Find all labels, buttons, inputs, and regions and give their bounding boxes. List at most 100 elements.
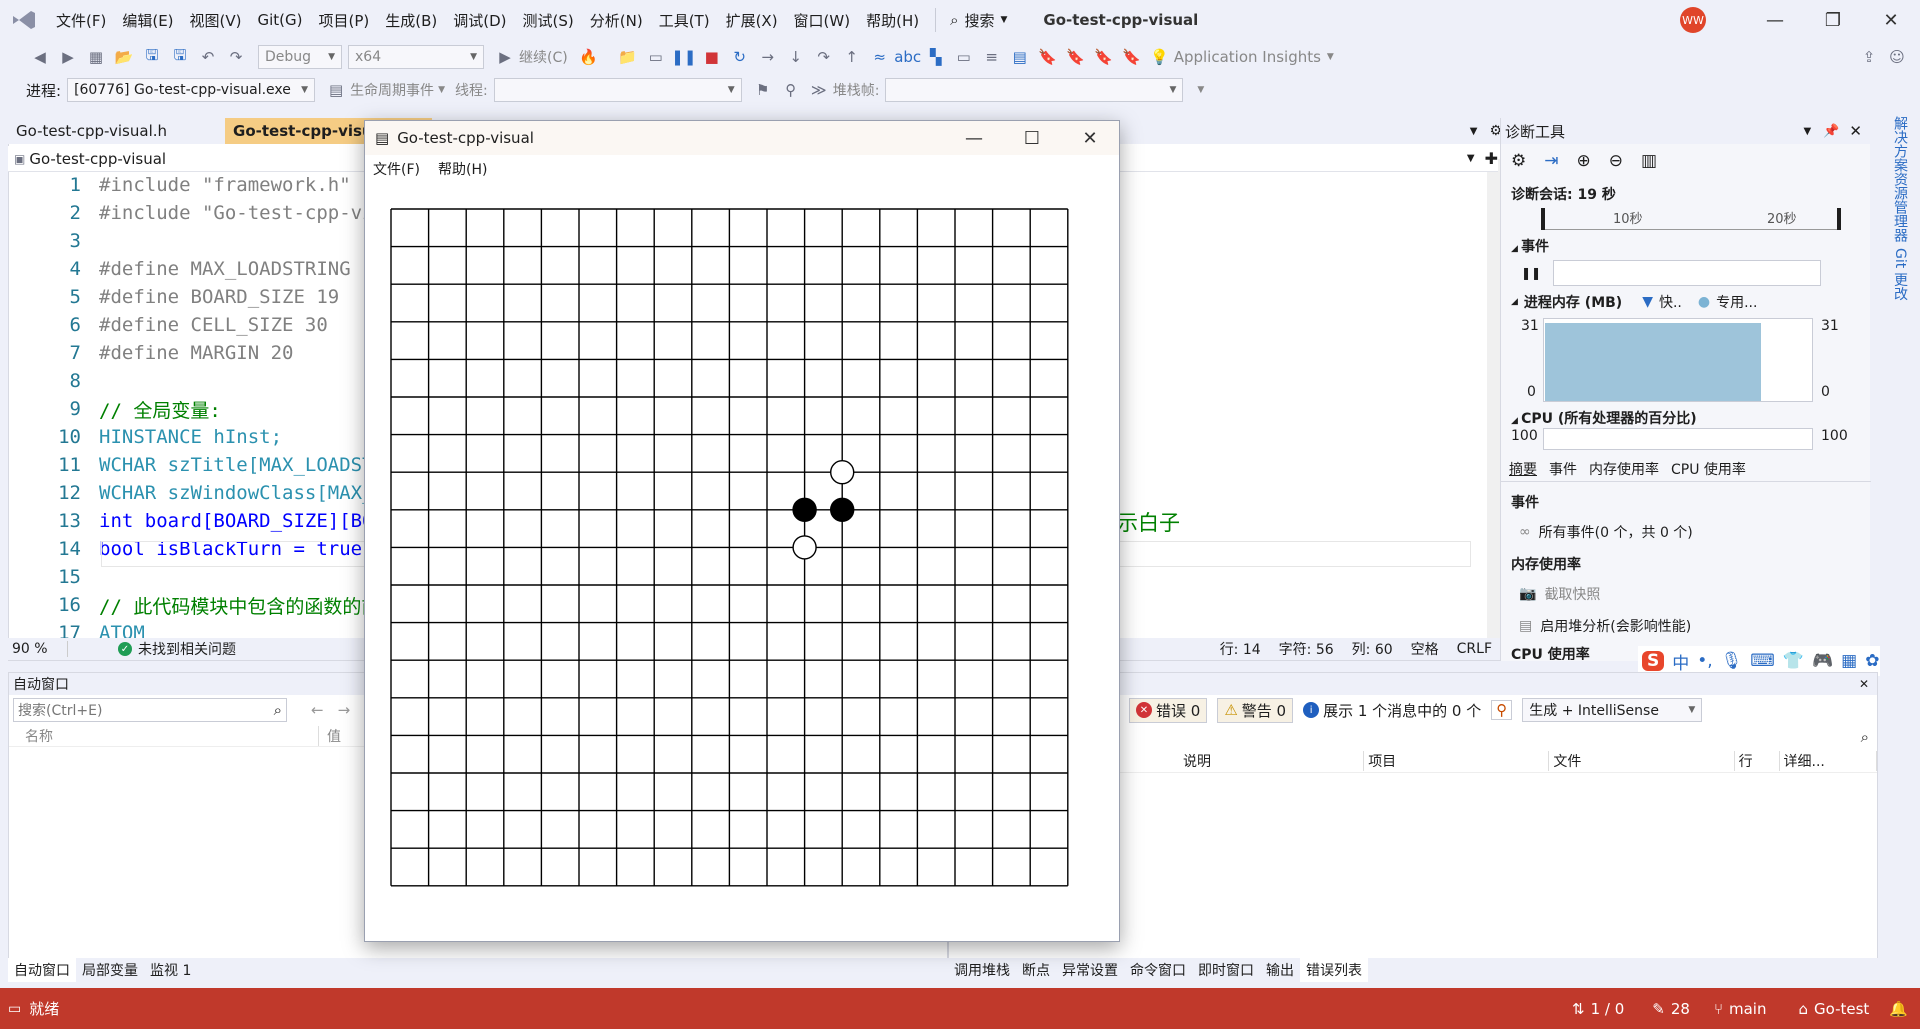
panel-tab[interactable]: 监视 1 bbox=[144, 958, 197, 982]
open-icon[interactable]: 📂 bbox=[113, 46, 135, 68]
show-next-icon[interactable]: → bbox=[757, 46, 779, 68]
mic-icon[interactable]: 🎙 bbox=[1721, 651, 1743, 671]
hot-reload-icon[interactable]: 🔥 bbox=[578, 46, 600, 68]
stop-icon[interactable]: ■ bbox=[701, 46, 723, 68]
process-select[interactable]: [60776] Go-test-cpp-visual.exe ▼ bbox=[67, 78, 316, 102]
whitespace[interactable]: 空格 bbox=[1411, 639, 1439, 659]
step-out-icon[interactable]: ↑ bbox=[841, 46, 863, 68]
black-stone[interactable] bbox=[792, 497, 817, 522]
error-column-header[interactable]: 详细... bbox=[1780, 750, 1878, 771]
minimize-icon[interactable]: — bbox=[1746, 0, 1804, 40]
menu-item[interactable]: 编辑(E) bbox=[114, 0, 181, 40]
code-line[interactable]: 3 bbox=[9, 227, 99, 255]
solution-explorer-tab[interactable]: 解决方案资源管理器 bbox=[1890, 116, 1910, 242]
all-events-row[interactable]: ∞ 所有事件(0 个，共 0 个) bbox=[1519, 522, 1693, 542]
back-icon[interactable]: ← bbox=[311, 701, 324, 719]
cursor-col[interactable]: 列: 60 bbox=[1352, 639, 1393, 659]
menu-file[interactable]: 文件(F) bbox=[373, 159, 420, 179]
chart-icon[interactable]: ▥ bbox=[1641, 151, 1657, 171]
attach-icon[interactable]: 📁 bbox=[617, 46, 639, 68]
branch[interactable]: main bbox=[1729, 1000, 1766, 1018]
code-line[interactable]: 1 #include "framework.h" bbox=[9, 171, 351, 199]
heap-profiling-button[interactable]: ▤ 启用堆分析(会影响性能) bbox=[1519, 616, 1691, 636]
copy-icon[interactable]: ▭ bbox=[953, 46, 975, 68]
panel-tab[interactable]: 即时窗口 bbox=[1192, 958, 1260, 982]
error-column-header[interactable]: 说明 bbox=[1179, 750, 1365, 771]
tab-header-file[interactable]: Go-test-cpp-visual.h bbox=[8, 118, 175, 144]
menu-help[interactable]: 帮助(H) bbox=[438, 159, 487, 179]
forward-icon[interactable]: → bbox=[338, 701, 351, 719]
diag-tab[interactable]: 内存使用率 bbox=[1589, 459, 1659, 479]
stack-frame-select[interactable]: ▼ bbox=[885, 78, 1184, 102]
feedback-icon[interactable]: ☺ bbox=[1886, 46, 1908, 68]
avatar[interactable]: WW bbox=[1680, 7, 1706, 33]
nav-project[interactable]: Go-test-cpp-visual bbox=[29, 150, 166, 168]
col-name[interactable]: 名称 bbox=[9, 725, 319, 746]
code-line[interactable]: 6 #define CELL_SIZE 30 bbox=[9, 311, 328, 339]
panel-tab[interactable]: 局部变量 bbox=[76, 958, 144, 982]
redo-icon[interactable]: ↷ bbox=[225, 46, 247, 68]
skin-icon[interactable]: 👕 bbox=[1783, 651, 1804, 671]
code-line[interactable]: 10 HINSTANCE hInst; bbox=[9, 423, 282, 451]
bookmark-next-icon[interactable]: 🔖 bbox=[1093, 46, 1115, 68]
code-line[interactable]: 7 #define MARGIN 20 bbox=[9, 339, 294, 367]
game-icon[interactable]: 🎮 bbox=[1812, 651, 1833, 671]
close-icon[interactable]: ✕ bbox=[1859, 677, 1869, 691]
code-line[interactable]: 8 bbox=[9, 367, 99, 395]
zoom-out-icon[interactable]: ⊖ bbox=[1609, 151, 1623, 171]
code-line[interactable]: 17 ATOM bbox=[9, 619, 145, 639]
continue-button[interactable]: 继续(C) bbox=[519, 47, 568, 67]
maximize-icon[interactable]: ☐ bbox=[1003, 121, 1061, 155]
error-column-header[interactable]: 项目 bbox=[1364, 750, 1550, 771]
panel-tab[interactable]: 命令窗口 bbox=[1124, 958, 1192, 982]
col-value[interactable]: 值 bbox=[319, 726, 341, 746]
undo-icon[interactable]: ↶ bbox=[197, 46, 219, 68]
code-line[interactable]: 15 bbox=[9, 563, 99, 591]
restart-icon[interactable]: ↻ bbox=[729, 46, 751, 68]
new-item-icon[interactable]: ▦ bbox=[85, 46, 107, 68]
flag-icon[interactable]: ⚑ bbox=[752, 79, 774, 101]
code-line[interactable]: 14 bool isBlackTurn = true; bbox=[9, 535, 373, 563]
take-snapshot-button[interactable]: 📷 截取快照 bbox=[1519, 584, 1600, 604]
pin-icon[interactable]: 📌 bbox=[1823, 124, 1839, 139]
autos-search-input[interactable]: 搜索(Ctrl+E) ⌕ bbox=[13, 698, 287, 722]
filter-icon[interactable]: ⚲ bbox=[780, 79, 802, 101]
platform-select[interactable]: x64 ▼ bbox=[348, 45, 484, 69]
bookmark-prev-icon[interactable]: 🔖 bbox=[1065, 46, 1087, 68]
bookmark-icon[interactable]: 🔖 bbox=[1037, 46, 1059, 68]
menu-item[interactable]: 扩展(X) bbox=[718, 0, 786, 40]
menu-item[interactable]: 帮助(H) bbox=[858, 0, 927, 40]
comment-icon[interactable]: ▤ bbox=[1009, 46, 1031, 68]
panel-tab[interactable]: 异常设置 bbox=[1056, 958, 1124, 982]
punct-icon[interactable]: •, bbox=[1697, 651, 1712, 671]
cursor-char[interactable]: 字符: 56 bbox=[1279, 639, 1334, 659]
bookmark-clear-icon[interactable]: 🔖 bbox=[1121, 46, 1143, 68]
pause-icon[interactable]: ❚❚ bbox=[671, 46, 696, 68]
menu-item[interactable]: 视图(V) bbox=[182, 0, 250, 40]
errors-filter[interactable]: ✕ 错误 0 bbox=[1129, 697, 1208, 723]
line-ending[interactable]: CRLF bbox=[1457, 641, 1492, 657]
notification-icon[interactable]: 🔔 bbox=[1889, 1000, 1908, 1018]
select-icon[interactable]: ▚ bbox=[925, 46, 947, 68]
white-stone[interactable] bbox=[830, 460, 855, 485]
restore-icon[interactable]: ❐ bbox=[1804, 0, 1862, 40]
indent-icon[interactable]: ≡ bbox=[981, 46, 1003, 68]
play-icon[interactable]: ▶ bbox=[494, 46, 516, 68]
menu-item[interactable]: 调试(D) bbox=[445, 0, 514, 40]
events-section[interactable]: ◢ 事件 bbox=[1511, 236, 1549, 256]
timeline[interactable]: 10秒 20秒 bbox=[1541, 206, 1841, 230]
memory-section[interactable]: ◢ 进程内存 (MB) ▼ 快.. ● 专用... bbox=[1511, 292, 1757, 312]
menu-item[interactable]: 测试(S) bbox=[515, 0, 582, 40]
updown-count[interactable]: 1 / 0 bbox=[1591, 1000, 1625, 1018]
pending-changes[interactable]: 28 bbox=[1671, 1000, 1690, 1018]
step-into-icon[interactable]: ↓ bbox=[785, 46, 807, 68]
gear-icon[interactable]: ⚙ bbox=[1511, 151, 1526, 171]
menu-item[interactable]: 分析(N) bbox=[582, 0, 651, 40]
split-icon[interactable]: ✚ bbox=[1485, 149, 1498, 168]
diag-tab[interactable]: 摘要 bbox=[1509, 459, 1537, 479]
close-icon[interactable]: ✕ bbox=[1862, 0, 1920, 40]
panel-tab[interactable]: 调用堆栈 bbox=[948, 958, 1016, 982]
menu-item[interactable]: 生成(B) bbox=[377, 0, 445, 40]
export-icon[interactable]: ⇥ bbox=[1544, 151, 1558, 171]
menu-item[interactable]: 工具(T) bbox=[651, 0, 718, 40]
